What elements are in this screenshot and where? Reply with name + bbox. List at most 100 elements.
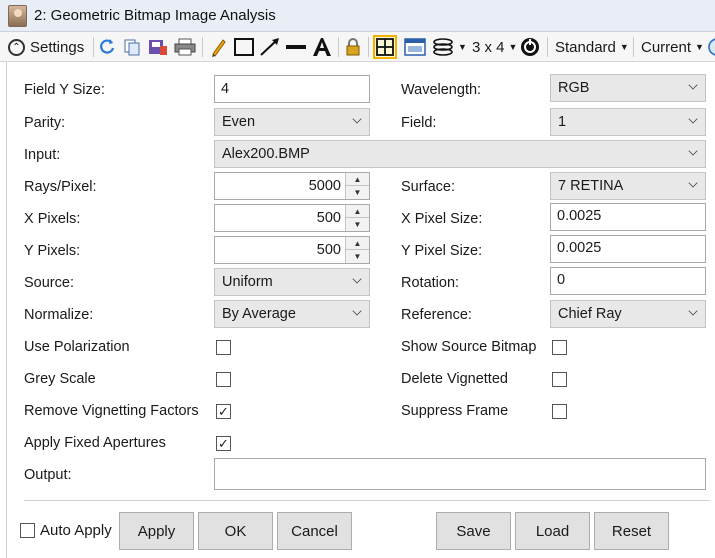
x-pixels-stepper[interactable]: 500 ▲ ▼ [214, 204, 370, 232]
text-button[interactable] [311, 32, 333, 62]
field-select[interactable]: 1 [550, 108, 706, 136]
line-button[interactable] [285, 32, 307, 62]
field-y-size-input[interactable]: 4 [214, 75, 370, 103]
pencil-icon [212, 39, 226, 57]
rays-pixel-stepper[interactable]: 5000 ▲ ▼ [214, 172, 370, 200]
normalize-value: By Average [222, 306, 296, 322]
wavelength-select[interactable]: RGB [550, 74, 706, 102]
apply-fixed-apertures-checkbox[interactable]: ✓ [216, 436, 231, 451]
layout-label: 3 x 4 [472, 38, 505, 56]
delete-vignetted-label: Delete Vignetted [401, 371, 508, 387]
window-title: 2: Geometric Bitmap Image Analysis [34, 7, 276, 24]
rotation-input[interactable]: 0 [550, 267, 706, 295]
arrow-line-button[interactable] [259, 32, 281, 62]
reset-button[interactable]: Reset [594, 512, 669, 550]
parity-select[interactable]: Even [214, 108, 370, 136]
rectangle-button[interactable] [233, 32, 255, 62]
spin-up-icon[interactable]: ▲ [346, 173, 369, 186]
chevron-down-icon [352, 274, 362, 284]
normalize-select[interactable]: By Average [214, 300, 370, 328]
source-value: Uniform [222, 274, 273, 290]
input-select[interactable]: Alex200.BMP [214, 140, 706, 168]
reference-select[interactable]: Chief Ray [550, 300, 706, 328]
auto-apply-checkbox[interactable] [20, 523, 35, 538]
toolbar: ⌃ Settings ▼ 3 x 4 ▼ Standard ▼ Current … [0, 32, 715, 62]
standard-dropdown[interactable]: Standard ▼ [555, 32, 629, 62]
layers-caret-icon: ▼ [458, 42, 467, 52]
grey-scale-checkbox[interactable] [216, 372, 231, 387]
use-polarization-checkbox[interactable] [216, 340, 231, 355]
settings-panel: Field Y Size: 4 Wavelength: RGB Parity: … [6, 62, 715, 558]
wavelength-value: RGB [558, 80, 590, 96]
lock-icon [346, 38, 360, 56]
layout-dropdown[interactable]: 3 x 4 ▼ [472, 32, 517, 62]
output-input[interactable] [214, 458, 706, 490]
layers-icon [433, 38, 453, 56]
current-dropdown[interactable]: Current ▼ [641, 32, 704, 62]
lock-button[interactable] [344, 32, 362, 62]
x-pixel-size-label: X Pixel Size: [401, 211, 483, 227]
chevron-down-icon [688, 146, 698, 156]
field-y-size-label: Field Y Size: [24, 82, 105, 98]
surface-select[interactable]: 7 RETINA [550, 172, 706, 200]
chevron-down-icon [688, 178, 698, 188]
settings-label: Settings [30, 38, 85, 56]
current-caret-icon: ▼ [695, 42, 704, 52]
copy-icon [124, 39, 140, 56]
spin-down-icon[interactable]: ▼ [346, 186, 369, 199]
x-pixels-label: X Pixels: [24, 211, 81, 227]
save-button[interactable]: Save [436, 512, 511, 550]
x-pixel-size-input[interactable]: 0.0025 [550, 203, 706, 231]
standard-caret-icon: ▼ [619, 42, 629, 52]
layers-button[interactable]: ▼ [432, 32, 467, 62]
parity-value: Even [222, 114, 256, 130]
text-icon [313, 38, 331, 56]
reference-value: Chief Ray [558, 306, 622, 322]
refresh-icon [100, 39, 115, 54]
copy-button[interactable] [123, 32, 141, 62]
title-bar: 2: Geometric Bitmap Image Analysis [0, 0, 715, 32]
suppress-frame-checkbox[interactable] [552, 404, 567, 419]
globe-button[interactable] [708, 32, 715, 62]
timer-icon [521, 38, 539, 56]
refresh-button[interactable] [98, 32, 116, 62]
rays-pixel-value: 5000 [308, 178, 341, 194]
surface-value: 7 RETINA [558, 178, 624, 194]
y-pixel-size-input[interactable]: 0.0025 [550, 235, 706, 263]
load-button[interactable]: Load [515, 512, 590, 550]
apply-button[interactable]: Apply [119, 512, 194, 550]
cancel-button[interactable]: Cancel [277, 512, 352, 550]
timer-button[interactable] [520, 32, 540, 62]
checkmark-icon: ✓ [218, 404, 229, 419]
input-value: Alex200.BMP [222, 146, 310, 162]
chevron-down-icon [688, 306, 698, 316]
delete-vignetted-checkbox[interactable] [552, 372, 567, 387]
settings-button[interactable]: ⌃ Settings [8, 32, 84, 62]
spin-down-icon[interactable]: ▼ [346, 218, 369, 231]
spin-up-icon[interactable]: ▲ [346, 237, 369, 250]
show-source-bitmap-checkbox[interactable] [552, 340, 567, 355]
surface-label: Surface: [401, 179, 455, 195]
window-icon [404, 38, 426, 56]
app-avatar-icon [8, 5, 27, 27]
rays-pixel-label: Rays/Pixel: [24, 179, 97, 195]
chevron-up-icon: ⌃ [8, 38, 25, 56]
standard-label: Standard [555, 38, 616, 56]
remove-vignetting-label: Remove Vignetting Factors [24, 403, 199, 419]
field-value: 1 [558, 114, 567, 130]
line-icon [286, 45, 306, 49]
source-select[interactable]: Uniform [214, 268, 370, 296]
save-image-icon [149, 40, 167, 55]
wavelength-label: Wavelength: [401, 82, 482, 98]
remove-vignetting-checkbox[interactable]: ✓ [216, 404, 231, 419]
spin-down-icon[interactable]: ▼ [346, 250, 369, 263]
ok-button[interactable]: OK [198, 512, 273, 550]
spin-up-icon[interactable]: ▲ [346, 205, 369, 218]
y-pixels-stepper[interactable]: 500 ▲ ▼ [214, 236, 370, 264]
crosshair-button[interactable] [373, 32, 397, 62]
pencil-button[interactable] [209, 32, 227, 62]
print-button[interactable] [174, 32, 196, 62]
show-source-bitmap-label: Show Source Bitmap [401, 339, 537, 355]
save-image-button[interactable] [148, 32, 168, 62]
window-button[interactable] [404, 32, 426, 62]
